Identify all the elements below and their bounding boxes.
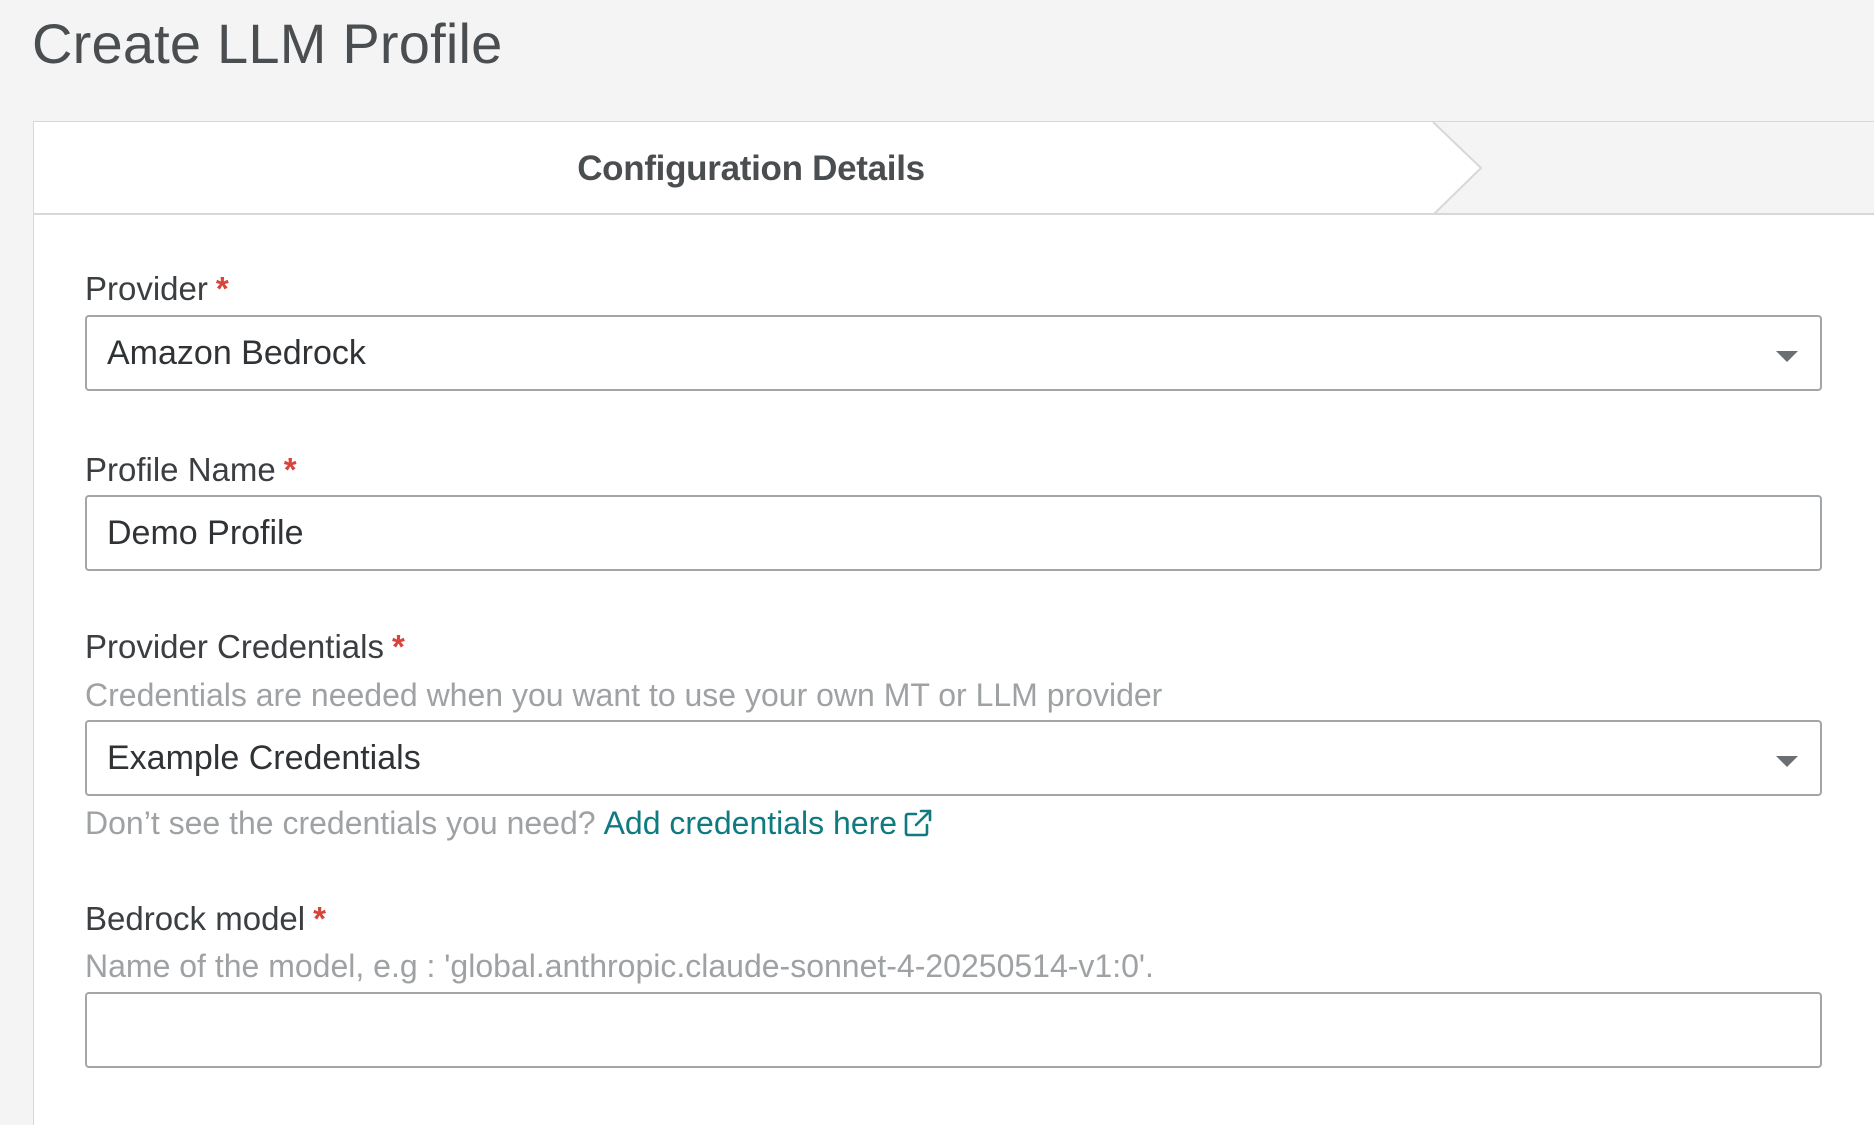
provider-select[interactable]: Amazon Bedrock: [85, 315, 1822, 391]
provider-credentials-select[interactable]: Example Credentials: [85, 720, 1822, 796]
external-link-icon: [904, 809, 932, 837]
profile-name-input-value: Demo Profile: [107, 514, 304, 552]
required-asterisk: *: [215, 270, 229, 307]
provider-credentials-label: Provider Credentials *: [85, 627, 405, 667]
form-card: Configuration Details Provider * Amazon B…: [33, 121, 1874, 1125]
required-asterisk: *: [313, 900, 326, 937]
chevron-down-icon: [1776, 756, 1798, 767]
step-next[interactable]: [1484, 122, 1874, 215]
profile-name-input[interactable]: Demo Profile: [85, 495, 1822, 571]
page-title: Create LLM Profile: [32, 12, 503, 75]
provider-credentials-label-text: Provider Credentials: [85, 628, 384, 665]
step-configuration-details[interactable]: Configuration Details: [34, 122, 1468, 215]
add-credentials-link[interactable]: Add credentials here: [604, 805, 934, 841]
chevron-down-icon: [1776, 351, 1798, 362]
bedrock-model-label: Bedrock model *: [85, 899, 326, 939]
required-asterisk: *: [283, 451, 297, 488]
required-asterisk: *: [391, 628, 405, 665]
credentials-help-text: Don’t see the credentials you need?: [85, 805, 596, 841]
provider-select-value: Amazon Bedrock: [107, 334, 366, 372]
bedrock-model-label-text: Bedrock model: [85, 900, 306, 937]
profile-name-label-text: Profile Name: [85, 451, 276, 488]
bedrock-model-hint: Name of the model, e.g : 'global.anthrop…: [85, 948, 1154, 984]
bedrock-model-input[interactable]: [85, 992, 1822, 1068]
add-credentials-link-label: Add credentials here: [603, 805, 898, 841]
provider-label-text: Provider: [85, 270, 208, 307]
provider-credentials-select-value: Example Credentials: [107, 739, 421, 777]
provider-label: Provider *: [85, 269, 229, 309]
profile-name-label: Profile Name *: [85, 450, 297, 490]
provider-credentials-hint: Credentials are needed when you want to …: [85, 677, 1163, 713]
stepper: Configuration Details: [34, 122, 1874, 215]
credentials-help: Don’t see the credentials you need? Add c…: [85, 803, 933, 843]
